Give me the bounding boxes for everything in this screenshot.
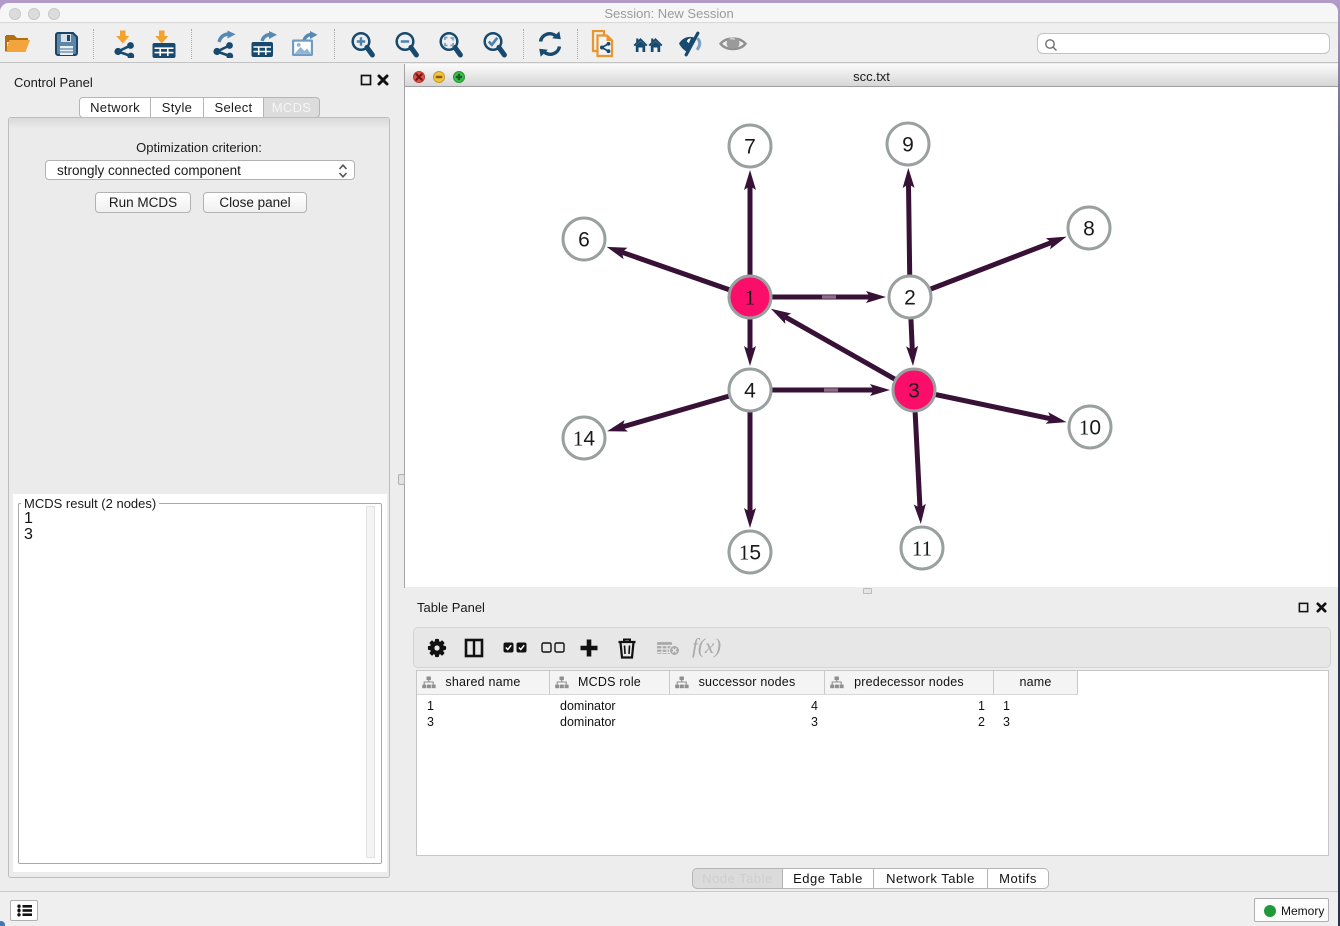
svg-text:10: 10 bbox=[1079, 416, 1101, 440]
svg-text:1: 1 bbox=[745, 286, 756, 310]
svg-text:2: 2 bbox=[904, 287, 916, 310]
svg-text:3: 3 bbox=[908, 380, 920, 403]
svg-text:11: 11 bbox=[912, 537, 932, 561]
svg-text:6: 6 bbox=[578, 229, 590, 252]
svg-text:14: 14 bbox=[573, 427, 596, 451]
svg-text:15: 15 bbox=[739, 541, 761, 565]
svg-text:8: 8 bbox=[1083, 218, 1095, 241]
svg-text:9: 9 bbox=[902, 134, 914, 157]
svg-text:7: 7 bbox=[744, 136, 756, 159]
svg-text:4: 4 bbox=[744, 380, 756, 403]
